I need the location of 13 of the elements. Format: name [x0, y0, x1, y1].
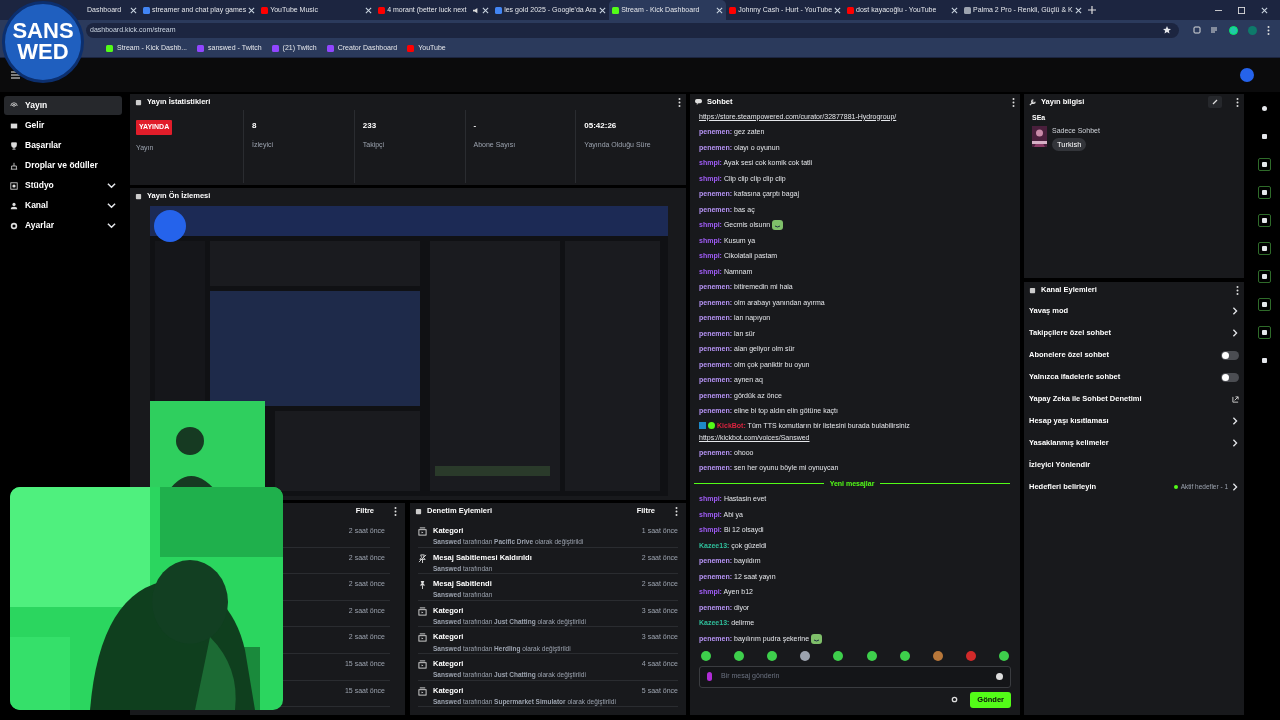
stat-value: -	[473, 120, 478, 132]
stat-value: 05:42:26	[584, 120, 618, 132]
sidebar-item[interactable]: Kanal	[4, 196, 122, 215]
logo-text: WED	[17, 42, 69, 63]
sidebar-item[interactable]: Yayın	[4, 96, 122, 115]
logo-text: SANS	[12, 21, 74, 42]
sidebar-item[interactable]: Ayarlar	[4, 216, 122, 235]
sidebar-item[interactable]: Başarılar	[4, 136, 122, 155]
stat-value: 8	[252, 120, 258, 132]
stat-value: 233	[362, 120, 378, 132]
sidebar-item[interactable]: Stüdyo	[4, 176, 122, 195]
sidebar-item[interactable]: Droplar ve ödüller	[4, 156, 122, 175]
sidebar-item[interactable]: Gelir	[4, 116, 122, 135]
